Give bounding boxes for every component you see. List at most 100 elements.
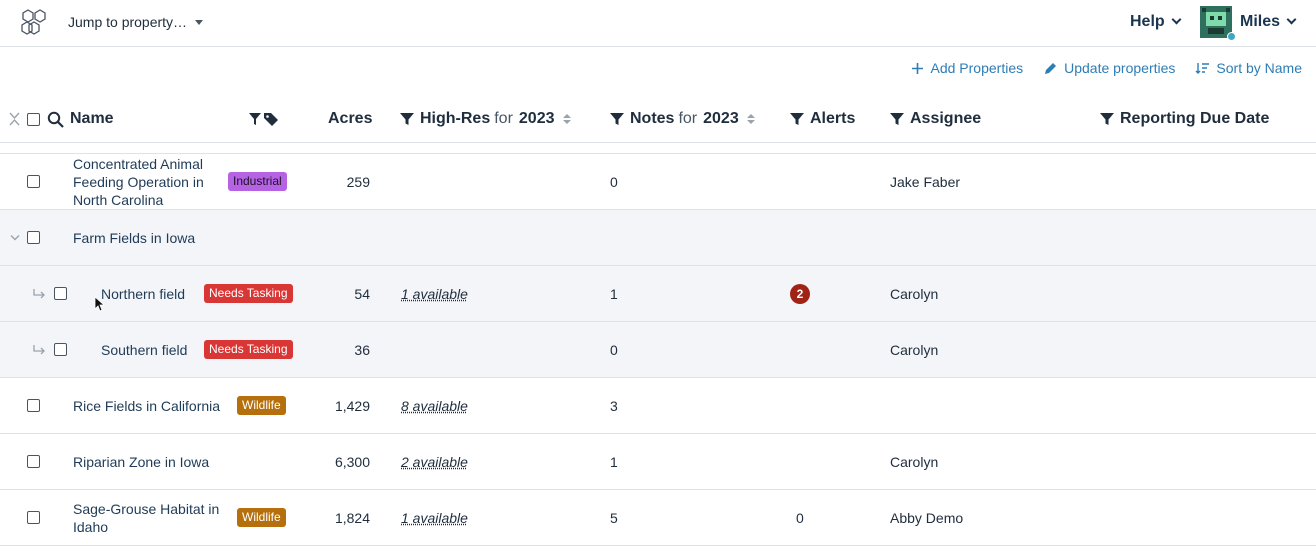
row-checkbox[interactable] <box>54 343 67 356</box>
jump-to-property-dropdown[interactable]: Jump to property… <box>68 14 204 30</box>
sort-by-name-label: Sort by Name <box>1216 60 1302 76</box>
avatar <box>1200 6 1236 41</box>
row-checkbox[interactable] <box>54 287 67 300</box>
table-row[interactable]: Riparian Zone in Iowa 6,300 2 available … <box>0 434 1316 490</box>
property-name-link[interactable]: Sage-Grouse Habitat in Idaho <box>73 500 223 536</box>
caret-down-icon <box>195 19 204 25</box>
table-row[interactable]: Concentrated Animal Feeding Operation in… <box>0 154 1316 210</box>
search-icon[interactable] <box>47 111 64 128</box>
table-row-child[interactable]: Southern field Needs Tasking 36 0 Caroly… <box>0 322 1316 378</box>
notes-for-label: for <box>678 110 698 127</box>
pencil-icon <box>1045 62 1057 74</box>
filter-icon[interactable] <box>890 112 904 126</box>
due-date-header-label: Reporting Due Date <box>1120 110 1270 127</box>
highres-available-link[interactable]: 2 available <box>401 454 468 470</box>
highres-header-label: High-Res <box>420 110 491 127</box>
highres-available-link[interactable]: 1 available <box>401 286 468 302</box>
acres-value: 54 <box>354 285 370 302</box>
assignee-value: Carolyn <box>890 341 939 358</box>
property-group-name-link[interactable]: Farm Fields in Iowa <box>73 229 195 247</box>
alerts-column-header[interactable]: Alerts <box>790 95 855 143</box>
mouse-cursor <box>94 296 104 312</box>
sort-by-name-button[interactable]: Sort by Name <box>1195 60 1302 76</box>
sort-toggle-icon[interactable] <box>562 114 571 124</box>
collapse-all-control[interactable] <box>9 95 20 143</box>
highres-available-link[interactable]: 8 available <box>401 398 468 414</box>
row-checkbox[interactable] <box>27 399 40 412</box>
table-row-group[interactable]: Farm Fields in Iowa <box>0 210 1316 266</box>
notes-count: 1 <box>610 285 618 302</box>
notes-count: 3 <box>610 397 618 414</box>
acres-value: 1,824 <box>334 509 370 526</box>
sort-toggle-icon[interactable] <box>746 114 755 124</box>
tag-filter-control[interactable] <box>248 95 280 143</box>
help-label: Help <box>1130 13 1165 30</box>
alerts-header-label: Alerts <box>810 110 856 127</box>
property-name-link[interactable]: Rice Fields in California <box>73 397 220 415</box>
name-header-label: Name <box>70 110 114 127</box>
row-checkbox[interactable] <box>27 455 40 468</box>
sort-icon <box>1195 62 1210 74</box>
acres-header-label: Acres <box>328 110 373 127</box>
user-name: Miles <box>1240 13 1281 30</box>
alert-count-value: 0 <box>796 509 804 526</box>
update-properties-label: Update properties <box>1064 60 1176 76</box>
acres-column-header[interactable]: Acres <box>328 95 372 143</box>
child-arrow-icon <box>33 344 45 354</box>
collapse-icon <box>9 112 20 126</box>
row-checkbox[interactable] <box>27 175 40 188</box>
assignee-column-header[interactable]: Assignee <box>890 95 981 143</box>
highres-year-label[interactable]: 2023 <box>519 110 555 128</box>
acres-value: 6,300 <box>334 453 370 470</box>
highres-column-header[interactable]: High-Res for 2023 <box>400 95 571 143</box>
top-bar: Jump to property… Help Miles <box>0 0 1316 47</box>
tag-badge: Wildlife <box>237 508 286 527</box>
tag-badge: Wildlife <box>237 396 286 415</box>
property-name-link[interactable]: Southern field <box>101 341 187 359</box>
chevron-down-icon[interactable] <box>10 234 20 242</box>
filter-icon[interactable] <box>1100 112 1114 126</box>
add-properties-button[interactable]: Add Properties <box>910 60 1024 76</box>
notes-column-header[interactable]: Notes for 2023 <box>610 95 755 143</box>
acres-value: 1,429 <box>334 397 370 414</box>
tag-badge: Needs Tasking <box>204 284 293 303</box>
table-row[interactable]: Rice Fields in California Wildlife 1,429… <box>0 378 1316 434</box>
notes-header-label: Notes <box>630 110 675 127</box>
property-name-link[interactable]: Northern field <box>101 285 185 303</box>
filter-icon[interactable] <box>610 112 624 126</box>
property-name-link[interactable]: Concentrated Animal Feeding Operation in… <box>73 155 223 209</box>
due-date-column-header[interactable]: Reporting Due Date <box>1100 95 1269 143</box>
filter-tag-icon <box>249 113 278 126</box>
alert-count-badge[interactable]: 2 <box>790 283 810 304</box>
name-column-header[interactable]: Name <box>47 95 114 143</box>
update-properties-button[interactable]: Update properties <box>1043 60 1175 76</box>
row-checkbox[interactable] <box>27 511 40 524</box>
filter-icon[interactable] <box>790 112 804 126</box>
property-name-link[interactable]: Riparian Zone in Iowa <box>73 453 209 471</box>
notes-count: 0 <box>610 173 618 190</box>
acres-value: 36 <box>354 341 370 358</box>
highres-for-label: for <box>494 110 513 127</box>
notes-count: 5 <box>610 509 618 526</box>
tag-badge: Needs Tasking <box>204 340 293 359</box>
row-checkbox[interactable] <box>27 231 40 244</box>
highres-available-link[interactable]: 1 available <box>401 510 468 526</box>
table-row-child[interactable]: Northern field Needs Tasking 54 1 availa… <box>0 266 1316 322</box>
select-all-checkbox[interactable] <box>27 112 40 126</box>
select-all-checkbox-cell <box>27 95 40 143</box>
app-logo-icon[interactable] <box>18 9 50 36</box>
user-menu[interactable]: Miles <box>1200 6 1297 41</box>
online-status-dot <box>1227 32 1236 41</box>
assignee-value: Jake Faber <box>890 173 961 190</box>
assignee-value: Abby Demo <box>890 509 964 526</box>
help-menu[interactable]: Help <box>1130 13 1182 31</box>
notes-year-label[interactable]: 2023 <box>703 110 739 128</box>
assignee-value: Carolyn <box>890 453 939 470</box>
add-properties-label: Add Properties <box>930 60 1024 76</box>
table-header: Name Acres High-Res for 2023 Notes for 2… <box>0 95 1316 143</box>
table-row[interactable]: Sage-Grouse Habitat in Idaho Wildlife 1,… <box>0 490 1316 546</box>
notes-count: 0 <box>610 341 618 358</box>
actions-bar: Add Properties Update properties Sort by… <box>910 60 1302 76</box>
chevron-down-icon <box>1171 14 1182 25</box>
filter-icon[interactable] <box>400 112 414 126</box>
